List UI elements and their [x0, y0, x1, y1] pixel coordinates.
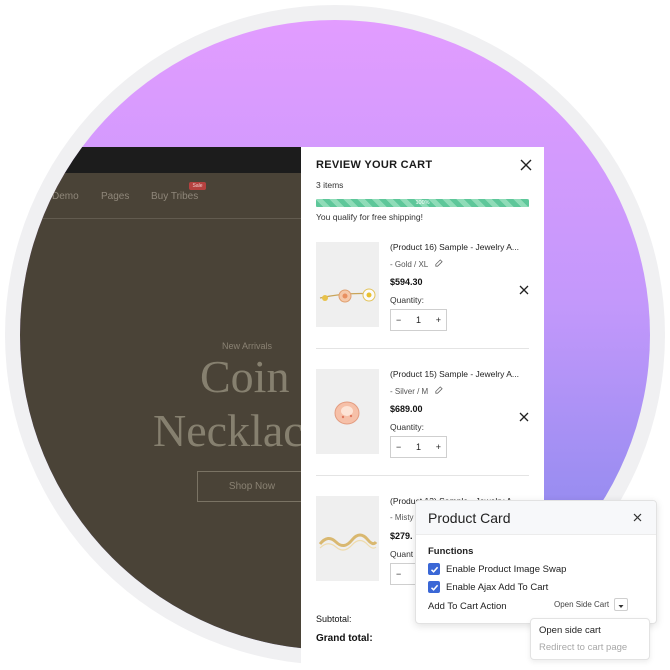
product-image[interactable] — [316, 242, 379, 327]
store-header-bar — [20, 147, 320, 173]
functions-heading: Functions — [428, 546, 474, 557]
remove-item-icon[interactable] — [518, 411, 530, 423]
item-price: $689.00 — [390, 404, 423, 414]
plus-icon[interactable]: + — [436, 442, 441, 452]
dropdown-option-open-side-cart[interactable]: Open side cart — [539, 625, 601, 636]
quantity-value[interactable]: 1 — [416, 442, 421, 452]
nav-item-buy-tribes[interactable]: Buy Tribes — [151, 191, 198, 202]
add-to-cart-action-label: Add To Cart Action — [428, 601, 507, 612]
variant-label: - Gold / XL — [390, 260, 428, 269]
popup-title: Product Card — [428, 510, 511, 526]
item-price: $279. — [390, 531, 413, 541]
variant-label: - Silver / M — [390, 387, 429, 396]
subtotal-label: Subtotal: — [316, 614, 352, 624]
sale-badge: Sale — [189, 182, 206, 190]
hero-title-line2: Necklac — [153, 405, 304, 456]
item-name[interactable]: (Product 15) Sample - Jewelry A... — [390, 369, 519, 379]
nav-item-pages[interactable]: Pages — [101, 191, 129, 202]
caret-down-icon — [618, 605, 624, 608]
cart-item: (Product 15) Sample - Jewelry A... - Sil… — [316, 369, 530, 479]
item-variant: - Gold / XL — [390, 259, 443, 269]
quantity-label: Quantity: — [390, 422, 425, 432]
close-icon[interactable] — [632, 512, 643, 523]
product-image[interactable] — [316, 369, 379, 454]
nav-divider — [20, 218, 320, 219]
item-divider — [316, 475, 529, 476]
item-name[interactable]: (Product 16) Sample - Jewelry A... — [390, 242, 519, 252]
product-card-popup: Product Card Functions Enable Product Im… — [415, 500, 657, 624]
remove-item-icon[interactable] — [518, 284, 530, 296]
edit-icon[interactable] — [434, 386, 444, 395]
item-price: $594.30 — [390, 277, 423, 287]
quantity-stepper: − 1 + — [390, 436, 447, 458]
option-label: Enable Ajax Add To Cart — [446, 581, 549, 593]
quantity-value[interactable]: 1 — [416, 315, 421, 325]
shipping-progress-bar: 100% — [316, 199, 529, 207]
add-to-cart-action-select[interactable]: Open Side Cart — [554, 600, 609, 609]
minus-icon[interactable]: − — [396, 315, 401, 325]
option-label: Enable Product Image Swap — [446, 563, 567, 575]
option-ajax-add-to-cart[interactable]: Enable Ajax Add To Cart — [428, 581, 548, 593]
minus-icon[interactable]: − — [396, 442, 401, 452]
hero-title-line1: Coin — [200, 351, 290, 402]
edit-icon[interactable] — [434, 259, 443, 268]
shipping-message: You qualify for free shipping! — [316, 212, 423, 222]
checkbox-checked-icon[interactable] — [428, 563, 440, 575]
quantity-label: Quantity: — [390, 295, 425, 305]
grand-total-label: Grand total: — [316, 633, 373, 644]
dropdown-option-redirect[interactable]: Redirect to cart page — [539, 642, 627, 653]
cart-item-count: 3 items — [316, 180, 344, 190]
quantity-stepper: − 1 + — [390, 309, 447, 331]
checkbox-checked-icon[interactable] — [428, 581, 440, 593]
dropdown-toggle[interactable] — [614, 598, 628, 611]
variant-label: - Misty — [390, 513, 414, 522]
action-dropdown-menu: Open side cart Redirect to cart page — [530, 618, 650, 660]
item-divider — [316, 348, 529, 349]
shop-now-button[interactable]: Shop Now — [197, 471, 307, 502]
minus-icon[interactable]: − — [396, 569, 401, 579]
close-icon[interactable] — [518, 157, 534, 173]
plus-icon[interactable]: + — [436, 315, 441, 325]
cart-item: (Product 16) Sample - Jewelry A... - Gol… — [316, 242, 530, 352]
option-image-swap[interactable]: Enable Product Image Swap — [428, 563, 566, 575]
progress-label: 100% — [415, 200, 430, 206]
cart-title: REVIEW YOUR CART — [316, 159, 433, 171]
item-variant: - Silver / M — [390, 386, 444, 396]
product-image[interactable] — [316, 496, 379, 581]
quantity-label: Quant — [390, 549, 414, 559]
nav-item-demo[interactable]: Demo — [52, 191, 79, 202]
